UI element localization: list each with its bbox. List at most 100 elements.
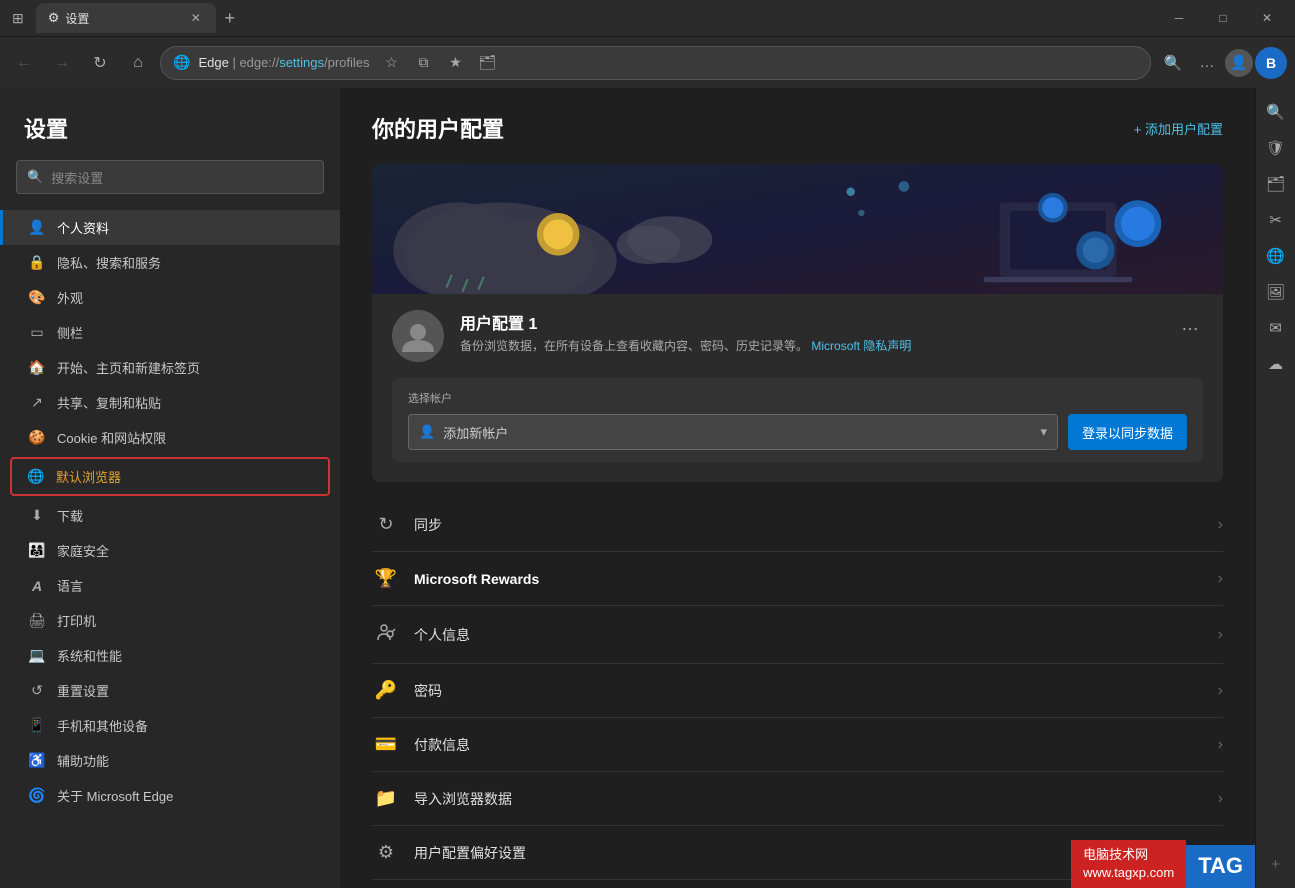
profile-card: 用户配置 1 备份浏览数据，在所有设备上查看收藏内容、密码、历史记录等。 Mic…	[372, 294, 1223, 482]
section-arrow-icon: ›	[1218, 790, 1223, 808]
address-bar-input[interactable]: 🌐 Edge | edge://settings/profiles ☆ ⧉ ★ …	[160, 46, 1151, 80]
edge-zoom-icon[interactable]: 🔍	[1260, 96, 1292, 128]
sidebar-item-label: 外观	[57, 288, 83, 307]
home-button[interactable]: ⌂	[122, 47, 154, 79]
panel-title: 你的用户配置	[372, 112, 504, 144]
edge-globe-icon[interactable]: 🌐	[1260, 240, 1292, 272]
sidebar-item-label: 重置设置	[57, 681, 109, 700]
sidebar-item-profile[interactable]: 👤 个人资料	[0, 210, 340, 245]
sidebar-item-label: 下载	[57, 506, 83, 525]
window-control-buttons: ─ □ ✕	[1159, 3, 1287, 33]
edge-mail-icon[interactable]: ✉	[1260, 312, 1292, 344]
sidebar-item-newtab[interactable]: 🏠 开始、主页和新建标签页	[0, 350, 340, 385]
favorites-icon[interactable]: ★	[442, 49, 470, 77]
active-tab[interactable]: ⚙ 设置 ✕	[36, 3, 216, 33]
watermark-line2: www.tagxp.com	[1083, 864, 1174, 882]
sidebar-item-label: 辅助功能	[57, 751, 109, 770]
edge-add-icon[interactable]: +	[1260, 848, 1292, 880]
sidebar-item-mobile[interactable]: 📱 手机和其他设备	[0, 708, 340, 743]
profile-info-row: 用户配置 1 备份浏览数据，在所有设备上查看收藏内容、密码、历史记录等。 Mic…	[392, 310, 1203, 362]
search-settings-placeholder: 搜索设置	[51, 168, 103, 187]
address-suffix: /profiles	[324, 55, 370, 70]
toolbar-buttons: 🔍 … 👤 B	[1157, 47, 1287, 79]
minimize-button[interactable]: ─	[1159, 3, 1199, 33]
maximize-button[interactable]: □	[1203, 3, 1243, 33]
accessibility-icon: ♿	[27, 752, 47, 769]
sidebar-item-cookie[interactable]: 🍪 Cookie 和网站权限	[0, 420, 340, 455]
privacy-link[interactable]: Microsoft 隐私声明	[811, 339, 911, 353]
sidebar-item-label: 打印机	[57, 611, 96, 630]
tab-close-button[interactable]: ✕	[188, 10, 204, 26]
about-icon: 🌀	[27, 787, 47, 804]
profile-details: 用户配置 1 备份浏览数据，在所有设备上查看收藏内容、密码、历史记录等。 Mic…	[460, 310, 1161, 355]
sidebar-item-privacy[interactable]: 🔒 隐私、搜索和服务	[0, 245, 340, 280]
edge-cloud-icon[interactable]: ☁	[1260, 348, 1292, 380]
forward-button[interactable]: →	[46, 47, 78, 79]
bing-button[interactable]: B	[1255, 47, 1287, 79]
settings-more-icon[interactable]: …	[1191, 47, 1223, 79]
add-profile-label: + 添加用户配置	[1134, 119, 1223, 138]
window-controls: ⊞	[8, 6, 28, 31]
tab-grid-icon[interactable]: ⊞	[8, 6, 28, 31]
sidebar-item-label: 系统和性能	[57, 646, 122, 665]
import-icon: 📁	[372, 788, 400, 809]
sidebar-item-sidebar[interactable]: ▭ 侧栏	[0, 315, 340, 350]
profile-avatar-button[interactable]: 👤	[1225, 49, 1253, 77]
star-icon[interactable]: ☆	[378, 49, 406, 77]
sidebar-item-default-browser[interactable]: 🌐 默认浏览器	[10, 457, 330, 496]
language-icon: A	[27, 578, 47, 594]
add-profile-button[interactable]: + 添加用户配置	[1134, 119, 1223, 138]
profile-desc: 备份浏览数据，在所有设备上查看收藏内容、密码、历史记录等。 Microsoft …	[460, 338, 1161, 355]
sidebar-item-download[interactable]: ⬇ 下载	[0, 498, 340, 533]
sidebar-item-accessibility[interactable]: ♿ 辅助功能	[0, 743, 340, 778]
sidebar-item-language[interactable]: A 语言	[0, 568, 340, 603]
edge-collections-icon[interactable]: 🗂	[1260, 168, 1292, 200]
section-label-sync: 同步	[414, 515, 1204, 535]
edge-shield-icon[interactable]: 🛡	[1260, 132, 1292, 164]
collections-icon[interactable]: 🗂	[474, 49, 502, 77]
address-path: settings	[279, 55, 324, 70]
account-dropdown[interactable]: 👤 添加新帐户 ▾	[408, 414, 1058, 450]
search-settings-box[interactable]: 🔍 搜索设置	[16, 160, 324, 194]
address-right-icons: ☆ ⧉ ★ 🗂	[378, 49, 502, 77]
section-item-personal[interactable]: 个人信息 ›	[372, 606, 1223, 664]
family-icon: 👨‍👩‍👧	[27, 542, 47, 559]
close-button[interactable]: ✕	[1247, 3, 1287, 33]
sidebar-item-printer[interactable]: 🖨 打印机	[0, 603, 340, 638]
search-icon: 🔍	[27, 169, 43, 185]
refresh-button[interactable]: ↻	[84, 47, 116, 79]
sidebar-item-reset[interactable]: ↺ 重置设置	[0, 673, 340, 708]
profile-more-button[interactable]: …	[1177, 310, 1203, 339]
sidebar-item-system[interactable]: 💻 系统和性能	[0, 638, 340, 673]
printer-icon: 🖨	[27, 612, 47, 629]
watermark-line1: 电脑技术网	[1083, 846, 1174, 864]
titlebar: ⊞ ⚙ 设置 ✕ + ─ □ ✕	[0, 0, 1295, 36]
sidebar-item-label: 家庭安全	[57, 541, 109, 560]
sidebar-item-appearance[interactable]: 🎨 外观	[0, 280, 340, 315]
panel-header: 你的用户配置 + 添加用户配置	[372, 112, 1223, 144]
edge-clipboard-icon[interactable]: ✂	[1260, 204, 1292, 236]
sidebar-item-about[interactable]: 🌀 关于 Microsoft Edge	[0, 778, 340, 813]
prefs-icon: ⚙	[372, 842, 400, 863]
section-item-rewards[interactable]: 🏆 Microsoft Rewards ›	[372, 552, 1223, 606]
section-arrow-icon: ›	[1218, 570, 1223, 588]
sidebar-title: 设置	[0, 112, 340, 160]
sidebar-item-share[interactable]: ↗ 共享、复制和粘贴	[0, 385, 340, 420]
reset-icon: ↺	[27, 682, 47, 699]
address-brand: Edge	[198, 55, 228, 70]
sync-icon: ↻	[372, 514, 400, 535]
sidebar-item-family[interactable]: 👨‍👩‍👧 家庭安全	[0, 533, 340, 568]
section-item-password[interactable]: 🔑 密码 ›	[372, 664, 1223, 718]
newtab-icon: 🏠	[27, 359, 47, 376]
zoom-icon[interactable]: 🔍	[1157, 47, 1189, 79]
back-button[interactable]: ←	[8, 47, 40, 79]
sync-button[interactable]: 登录以同步数据	[1068, 414, 1187, 450]
address-text: Edge | edge://settings/profiles	[198, 55, 369, 70]
tab-switcher-icon[interactable]: ⧉	[410, 49, 438, 77]
section-item-sync[interactable]: ↻ 同步 ›	[372, 498, 1223, 552]
new-tab-button[interactable]: +	[216, 4, 244, 32]
section-item-import[interactable]: 📁 导入浏览器数据 ›	[372, 772, 1223, 826]
payment-icon: 💳	[372, 734, 400, 755]
section-item-payment[interactable]: 💳 付款信息 ›	[372, 718, 1223, 772]
edge-image-icon[interactable]: 🖼	[1260, 276, 1292, 308]
